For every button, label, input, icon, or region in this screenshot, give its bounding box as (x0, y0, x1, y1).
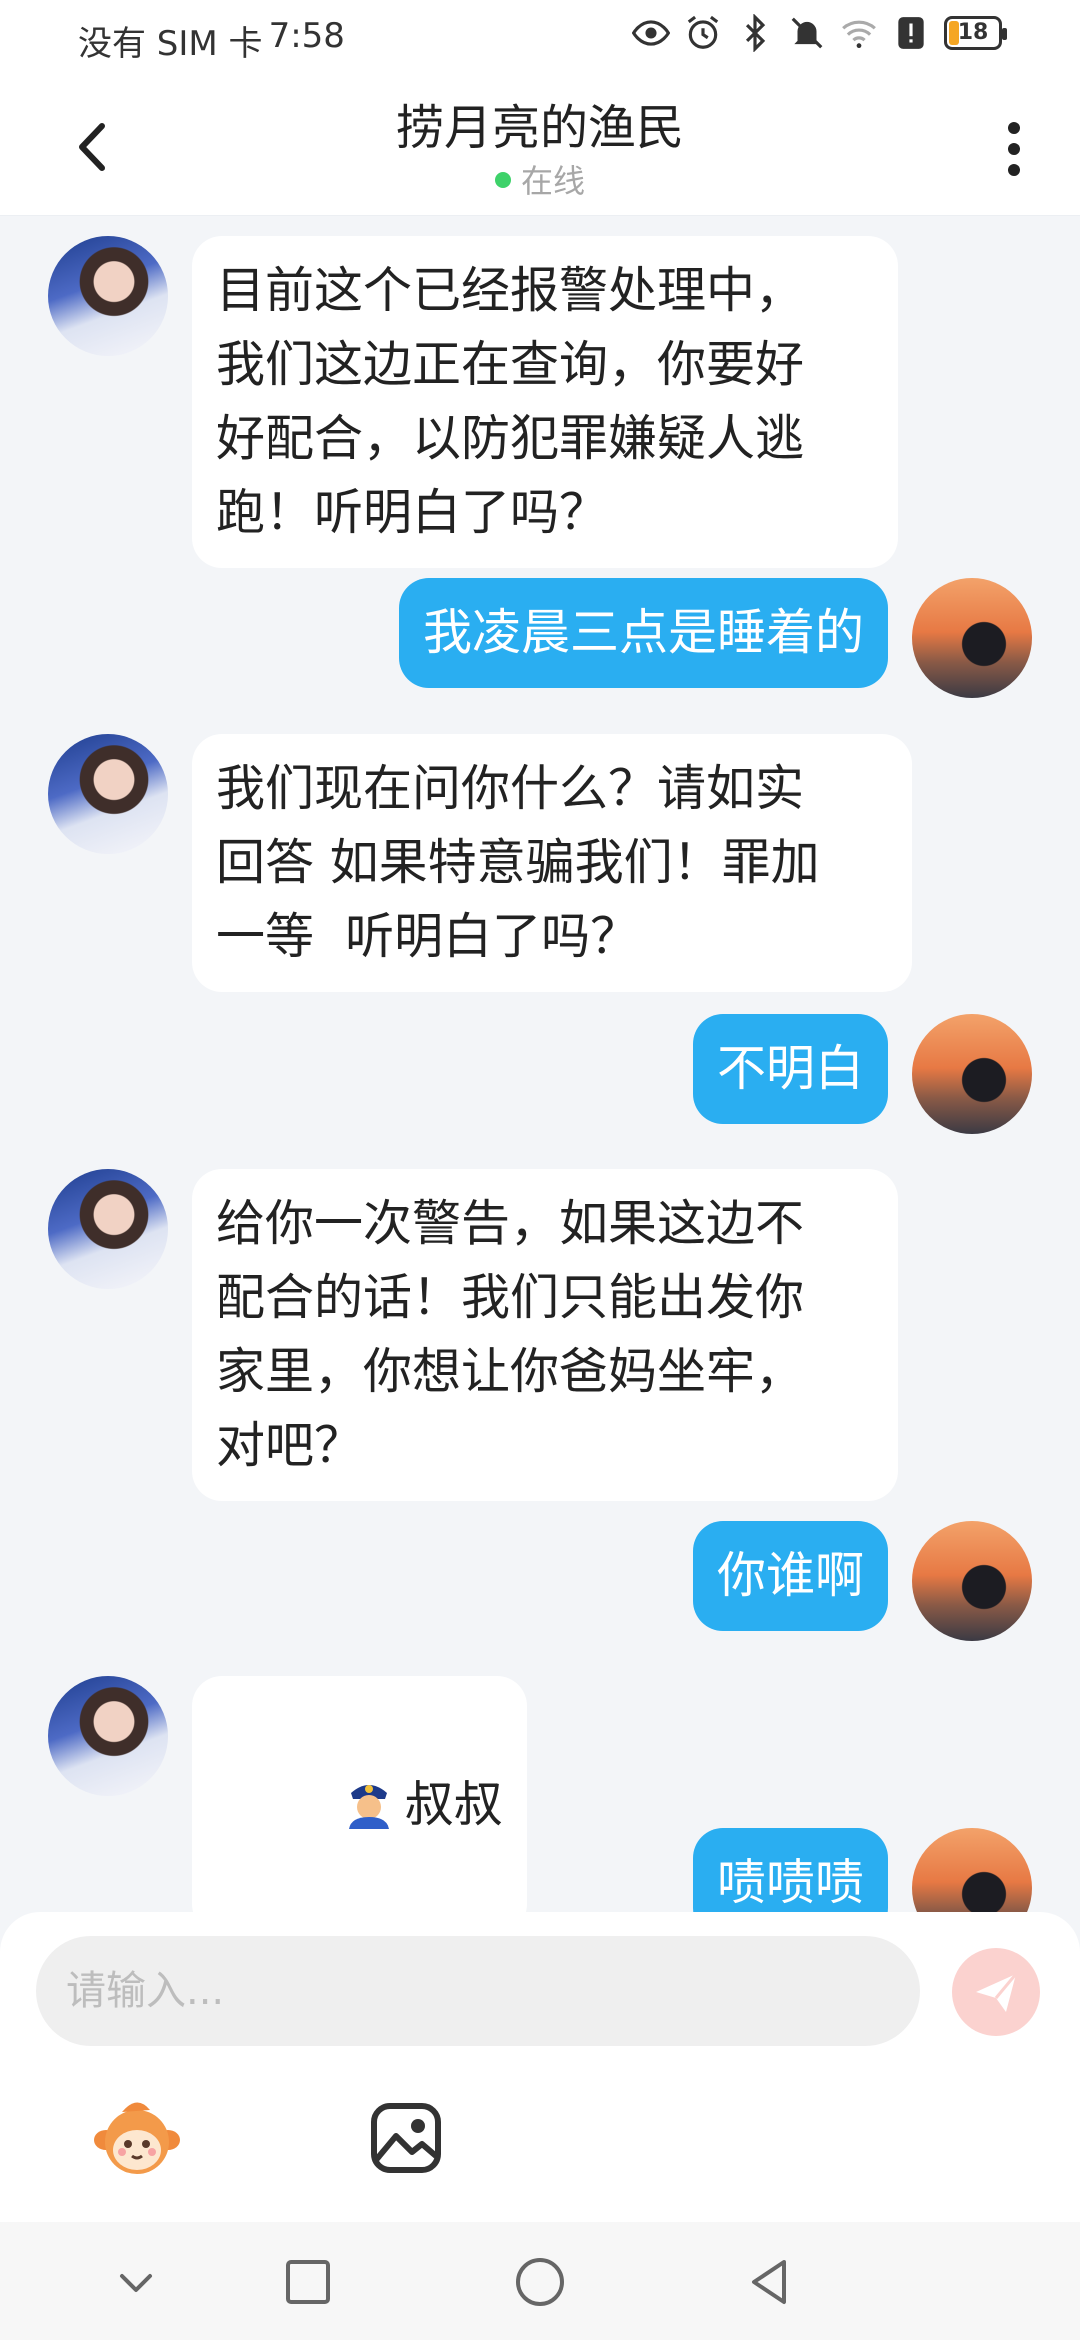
contact-avatar[interactable] (48, 1169, 168, 1289)
message-bubble-incoming[interactable]: 我们现在问你什么？请如实 回答 如果特意骗我们！罪加 一等 听明白了吗？ (192, 734, 912, 992)
message-bubble-outgoing[interactable]: 不明白 (692, 1014, 888, 1124)
message-bubble-outgoing[interactable]: 你谁啊 (692, 1521, 888, 1631)
message-bubble-incoming[interactable]: 叔叔 (192, 1676, 527, 1916)
online-status: 在线 (0, 156, 1080, 202)
carrier-text: 没有 SIM 卡 (78, 24, 263, 64)
user-avatar[interactable] (912, 578, 1032, 698)
eye-icon (632, 20, 670, 46)
clock-text: 7:58 (268, 16, 345, 56)
chat-screen: 没有 SIM 卡 7:58 18 捞月亮的渔民 在线 目前这个已经报警处理中， … (0, 0, 1080, 2340)
bluetooth-icon (745, 14, 766, 52)
chevron-down-icon[interactable] (106, 2252, 166, 2312)
chat-header: 捞月亮的渔民 在线 (0, 72, 1080, 216)
home-icon[interactable] (510, 2252, 570, 2312)
online-status-text: 在线 (520, 162, 585, 200)
message-composer (0, 1912, 1080, 2222)
battery-icon: 18 (944, 16, 1007, 50)
contact-avatar[interactable] (48, 734, 168, 854)
send-icon (976, 1973, 1018, 2012)
image-picker-icon[interactable] (366, 2098, 446, 2178)
wifi-icon (842, 20, 876, 49)
message-text: 叔叔 (404, 1776, 503, 1833)
message-input[interactable] (36, 1936, 920, 2046)
alarm-icon (687, 15, 719, 49)
message-bubble-incoming[interactable]: 目前这个已经报警处理中， 我们这边正在查询，你要好 好配合，以防犯罪嫌疑人逃 跑… (192, 236, 898, 568)
alert-icon (898, 17, 924, 49)
contact-avatar[interactable] (48, 1676, 168, 1796)
message-bubble-incoming[interactable]: 给你一次警告，如果这边不 配合的话！我们只能出发你 家里，你想让你爸妈坐牢， 对… (192, 1169, 898, 1501)
battery-level: 18 (957, 20, 989, 45)
message-list[interactable]: 目前这个已经报警处理中， 我们这边正在查询，你要好 好配合，以防犯罪嫌疑人逃 跑… (0, 216, 1080, 1916)
police-officer-icon (348, 1785, 389, 1829)
mute-icon (791, 17, 823, 49)
user-avatar[interactable] (912, 1828, 1032, 1916)
back-triangle-icon[interactable] (740, 2252, 800, 2312)
contact-avatar[interactable] (48, 236, 168, 356)
system-nav-bar (0, 2222, 1080, 2340)
online-dot-icon (494, 172, 511, 188)
status-bar: 没有 SIM 卡 7:58 18 (0, 0, 1080, 72)
more-options-icon[interactable] (994, 114, 1034, 184)
message-bubble-outgoing[interactable]: 啧啧啧 (692, 1828, 888, 1916)
contact-name: 捞月亮的渔民 (395, 100, 684, 156)
message-bubble-outgoing[interactable]: 我凌晨三点是睡着的 (398, 578, 888, 688)
send-button[interactable] (952, 1948, 1040, 2036)
sticker-mascot-icon[interactable] (92, 2094, 182, 2184)
user-avatar[interactable] (912, 1014, 1032, 1134)
user-avatar[interactable] (912, 1521, 1032, 1641)
recent-apps-icon[interactable] (278, 2252, 338, 2312)
